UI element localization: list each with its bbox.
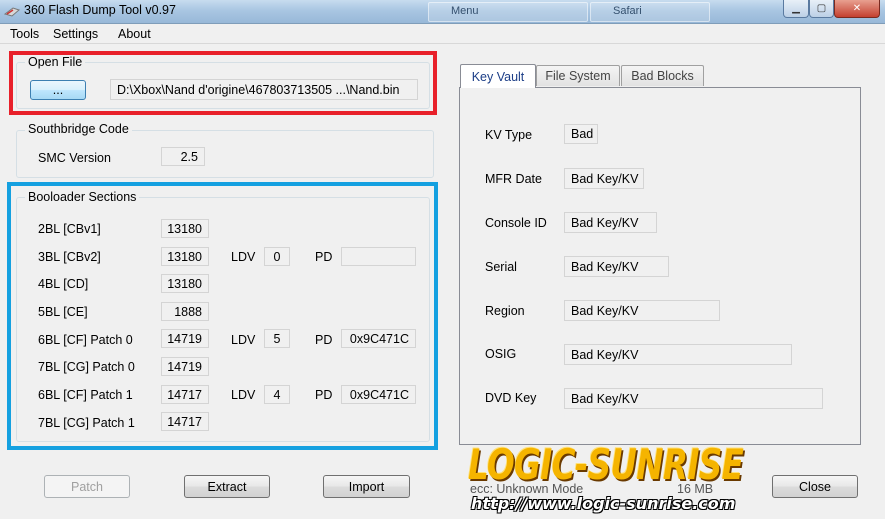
minimize-icon: ▁ (792, 3, 800, 14)
minimize-button[interactable]: ▁ (783, 0, 809, 18)
bootloader-row-value: 14717 (161, 412, 209, 431)
region-field: Bad Key/KV (564, 300, 720, 321)
maximize-button[interactable]: ▢ (809, 0, 834, 18)
smc-version-field: 2.5 (161, 147, 205, 166)
tab-bad-blocks[interactable]: Bad Blocks (621, 65, 704, 86)
tab-key-vault[interactable]: Key Vault (460, 64, 536, 88)
serial-label: Serial (485, 260, 517, 274)
menu-settings[interactable]: Settings (53, 27, 98, 41)
southbridge-label: Southbridge Code (25, 122, 132, 136)
bootloader-row-value: 13180 (161, 247, 209, 266)
bootloader-row-value: 13180 (161, 274, 209, 293)
menu-about[interactable]: About (118, 27, 151, 41)
window-title: 360 Flash Dump Tool v0.97 (24, 3, 176, 17)
bootloader-row-label: 7BL [CG] Patch 1 (38, 416, 135, 430)
bootloader-row-label: 6BL [CF] Patch 1 (38, 388, 133, 402)
watermark-url: http://www.logic-sunrise.com (471, 494, 736, 513)
region-label: Region (485, 304, 525, 318)
bootloader-row-label: 3BL [CBv2] (38, 250, 101, 264)
kv-type-field: Bad (564, 124, 598, 144)
bootloader-row-label: 6BL [CF] Patch 0 (38, 333, 133, 347)
close-window-button[interactable]: ✕ (834, 0, 880, 18)
menu-bar: Tools Settings About (0, 24, 885, 44)
console-id-label: Console ID (485, 216, 547, 230)
bootloader-row-value: 14719 (161, 357, 209, 376)
watermark-logo: LOGIC-SUNRISE (468, 440, 744, 489)
smc-version-label: SMC Version (38, 151, 111, 165)
file-path-field[interactable]: D:\Xbox\Nand d'origine\467803713505 ...\… (110, 79, 418, 100)
bootloader-row-value: 14719 (161, 329, 209, 348)
ldv-field: 4 (264, 385, 290, 404)
patch-button[interactable]: Patch (44, 475, 130, 498)
dvd-key-label: DVD Key (485, 391, 537, 405)
bootloader-row-value: 14717 (161, 385, 209, 404)
title-bar: 360 Flash Dump Tool v0.97 Menu Safari ▁ … (0, 0, 885, 24)
bootloader-row-label: 2BL [CBv1] (38, 222, 101, 236)
pd-field: 0x9C471C (341, 329, 416, 348)
pd-label: PD (315, 250, 333, 264)
background-window-tab[interactable]: Menu (428, 2, 588, 22)
maximize-icon: ▢ (816, 3, 827, 14)
mfr-date-field: Bad Key/KV (564, 168, 644, 189)
pd-label: PD (315, 333, 333, 347)
osig-field: Bad Key/KV (564, 344, 792, 365)
pd-field (341, 247, 416, 266)
extract-button[interactable]: Extract (184, 475, 270, 498)
background-window-tab[interactable]: Safari (590, 2, 710, 22)
serial-field: Bad Key/KV (564, 256, 669, 277)
bootloader-row-label: 5BL [CE] (38, 305, 88, 319)
open-file-label: Open File (25, 55, 86, 69)
app-icon (4, 7, 20, 17)
import-button[interactable]: Import (323, 475, 410, 498)
pd-field: 0x9C471C (341, 385, 416, 404)
ldv-label: LDV (231, 388, 256, 402)
mfr-date-label: MFR Date (485, 172, 542, 186)
bootloader-row-label: 7BL [CG] Patch 0 (38, 360, 135, 374)
ldv-field: 0 (264, 247, 290, 266)
bootloader-row-value: 13180 (161, 219, 209, 238)
osig-label: OSIG (485, 347, 517, 361)
menu-tools[interactable]: Tools (10, 27, 39, 41)
kv-type-label: KV Type (485, 128, 533, 142)
close-icon: ✕ (852, 3, 862, 14)
ldv-label: LDV (231, 333, 256, 347)
tab-file-system[interactable]: File System (536, 65, 620, 86)
dvd-key-field: Bad Key/KV (564, 388, 823, 409)
ldv-field: 5 (264, 329, 290, 348)
bootloader-row-label: 4BL [CD] (38, 277, 89, 291)
close-button[interactable]: Close (772, 475, 858, 498)
browse-button[interactable]: ... (30, 80, 86, 100)
bootloader-row-value: 1888 (161, 302, 209, 321)
console-id-field: Bad Key/KV (564, 212, 657, 233)
pd-label: PD (315, 388, 333, 402)
ldv-label: LDV (231, 250, 256, 264)
bootloader-label: Booloader Sections (25, 190, 140, 204)
